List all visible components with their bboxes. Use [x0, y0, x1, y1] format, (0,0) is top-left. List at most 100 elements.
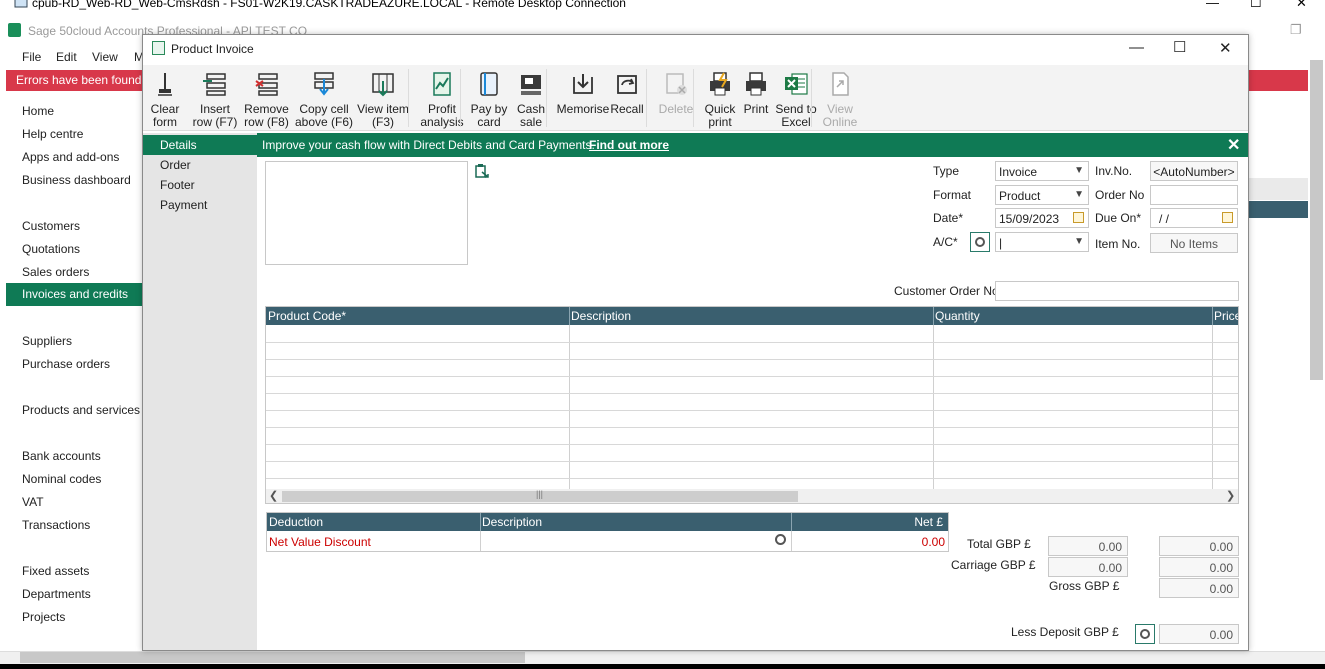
- sidebar-item-sales-orders[interactable]: Sales orders: [22, 265, 89, 279]
- view-item-button[interactable]: View item (F3): [350, 67, 416, 129]
- scroll-left-icon[interactable]: ❮: [269, 489, 278, 502]
- sidebar-item-vat[interactable]: VAT: [22, 495, 44, 509]
- grid-row-line: [266, 359, 1238, 360]
- clear-form-button[interactable]: Clear form: [147, 67, 183, 129]
- column-divider: [933, 307, 934, 325]
- insert-row-button[interactable]: Insert row (F7): [190, 67, 240, 129]
- dialog-title: Product Invoice: [171, 42, 254, 56]
- sage-restore-icon[interactable]: ❐: [1290, 22, 1302, 38]
- promo-close-icon[interactable]: ✕: [1227, 135, 1240, 155]
- type-select[interactable]: Invoice ▼: [995, 161, 1089, 181]
- dialog-close-button[interactable]: ✕: [1219, 39, 1232, 57]
- main-hscroll-thumb[interactable]: [20, 652, 525, 663]
- sidebar: Home Help centre Apps and add-ons Busine…: [6, 92, 142, 652]
- customer-lookup-button[interactable]: [970, 232, 990, 252]
- dialog-minimize-button[interactable]: —: [1129, 39, 1144, 56]
- sidebar-item-bank-accounts[interactable]: Bank accounts: [22, 449, 101, 463]
- sidebar-item-customers[interactable]: Customers: [22, 219, 80, 233]
- grid-line: [791, 531, 792, 551]
- menu-view[interactable]: View: [92, 50, 118, 64]
- sidebar-item-invoices[interactable]: Invoices and credits: [6, 283, 142, 306]
- itemno-label: Item No.: [1095, 237, 1141, 251]
- items-grid[interactable]: Product Code* Description Quantity Price…: [265, 306, 1239, 504]
- format-select[interactable]: Product ▼: [995, 185, 1089, 205]
- menu-edit[interactable]: Edit: [56, 50, 77, 64]
- column-divider: [569, 307, 570, 325]
- dialog-maximize-button[interactable]: ☐: [1173, 38, 1186, 56]
- rdp-close-button[interactable]: ✕: [1296, 0, 1307, 11]
- main-scroll-thumb[interactable]: [1310, 60, 1323, 380]
- toolbar-button-label: Recall: [610, 102, 644, 116]
- dueon-value: / /: [1159, 212, 1170, 226]
- carriage-vat-field[interactable]: 0.00: [1159, 557, 1239, 577]
- tab-order[interactable]: Order: [143, 155, 257, 175]
- tab-details[interactable]: Details: [143, 135, 257, 155]
- chevron-down-icon: ▼: [1074, 236, 1084, 247]
- menu-file[interactable]: File: [22, 50, 41, 64]
- deposit-label: Less Deposit GBP £: [1011, 625, 1119, 639]
- col-quantity[interactable]: Quantity: [935, 309, 980, 323]
- col-net: Net £: [914, 515, 943, 529]
- date-field[interactable]: 15/09/2023: [995, 208, 1089, 228]
- customer-address-box[interactable]: [265, 161, 468, 265]
- background-panel: [1249, 178, 1308, 200]
- gross-field: 0.00: [1159, 578, 1239, 598]
- insert-row-icon: [203, 73, 226, 96]
- grid-scroll-thumb[interactable]: |||: [282, 489, 798, 502]
- sage-logo-icon: [8, 23, 21, 37]
- tab-payment[interactable]: Payment: [143, 195, 257, 215]
- deposit-lookup-button[interactable]: [1135, 624, 1155, 644]
- tab-footer[interactable]: Footer: [143, 175, 257, 195]
- sidebar-item-help-centre[interactable]: Help centre: [22, 127, 83, 141]
- find-out-more-link[interactable]: Find out more: [589, 138, 669, 152]
- dialog-title-bar: Product Invoice — ☐ ✕: [143, 35, 1248, 63]
- excel-button[interactable]: Send to Excel: [770, 67, 822, 129]
- sidebar-item-suppliers[interactable]: Suppliers: [22, 334, 72, 348]
- sidebar-item-quotations[interactable]: Quotations: [22, 242, 80, 256]
- sidebar-item-home[interactable]: Home: [22, 104, 54, 118]
- date-value: 15/09/2023: [999, 212, 1060, 226]
- sidebar-item-purchase-orders[interactable]: Purchase orders: [22, 357, 110, 371]
- rdp-minimize-button[interactable]: —: [1206, 0, 1219, 10]
- calendar-icon[interactable]: [1073, 212, 1084, 223]
- sidebar-item-products[interactable]: Products and services: [22, 403, 140, 417]
- invno-field[interactable]: <AutoNumber>: [1150, 161, 1238, 181]
- customer-order-field[interactable]: [995, 281, 1239, 301]
- carriage-net-field[interactable]: 0.00: [1048, 557, 1128, 577]
- invoice-icon: [152, 41, 165, 55]
- address-lookup-icon[interactable]: [474, 163, 490, 179]
- sidebar-item-transactions[interactable]: Transactions: [22, 518, 90, 532]
- gross-value: 0.00: [1209, 582, 1233, 596]
- col-description[interactable]: Description: [571, 309, 631, 323]
- rdp-maximize-button[interactable]: ☐: [1250, 0, 1262, 11]
- sidebar-item-business-dashboard[interactable]: Business dashboard: [22, 173, 131, 187]
- tab-label: Payment: [160, 198, 208, 212]
- remove-row-button[interactable]: Remove row (F8): [239, 67, 294, 129]
- deduction-grid[interactable]: Deduction Description Net £ Net Value Di…: [266, 512, 949, 552]
- col-ded-description: Description: [482, 515, 543, 529]
- toolbar-button-label: Copy cell above (F6): [294, 102, 354, 129]
- sidebar-item-apps[interactable]: Apps and add-ons: [22, 150, 119, 164]
- recall-button[interactable]: Recall: [605, 67, 649, 129]
- calendar-icon[interactable]: [1222, 212, 1233, 223]
- total-vat-value: 0.00: [1209, 540, 1233, 554]
- dueon-field[interactable]: / /: [1150, 208, 1238, 228]
- sidebar-item-projects[interactable]: Projects: [22, 610, 65, 624]
- account-select[interactable]: | ▼: [995, 232, 1089, 252]
- sidebar-item-nominal-codes[interactable]: Nominal codes: [22, 472, 101, 486]
- itemno-field: No Items: [1150, 233, 1238, 253]
- sidebar-item-label: Invoices and credits: [22, 287, 129, 301]
- col-product-code[interactable]: Product Code*: [268, 309, 346, 323]
- discount-lookup-button[interactable]: [774, 533, 788, 547]
- pay-by-card-button[interactable]: Pay by card: [466, 67, 512, 129]
- copy-cell-button[interactable]: Copy cell above (F6): [291, 67, 357, 129]
- col-price[interactable]: Price: [1214, 309, 1238, 323]
- sidebar-item-fixed-assets[interactable]: Fixed assets: [22, 564, 89, 578]
- scroll-right-icon[interactable]: ❯: [1226, 489, 1235, 502]
- orderno-field[interactable]: [1150, 185, 1238, 205]
- grid-row-line: [266, 376, 1238, 377]
- discount-net-value[interactable]: 0.00: [922, 535, 945, 549]
- sidebar-item-departments[interactable]: Departments: [22, 587, 91, 601]
- itemno-value: No Items: [1169, 237, 1218, 251]
- remote-desktop-icon: [14, 0, 28, 8]
